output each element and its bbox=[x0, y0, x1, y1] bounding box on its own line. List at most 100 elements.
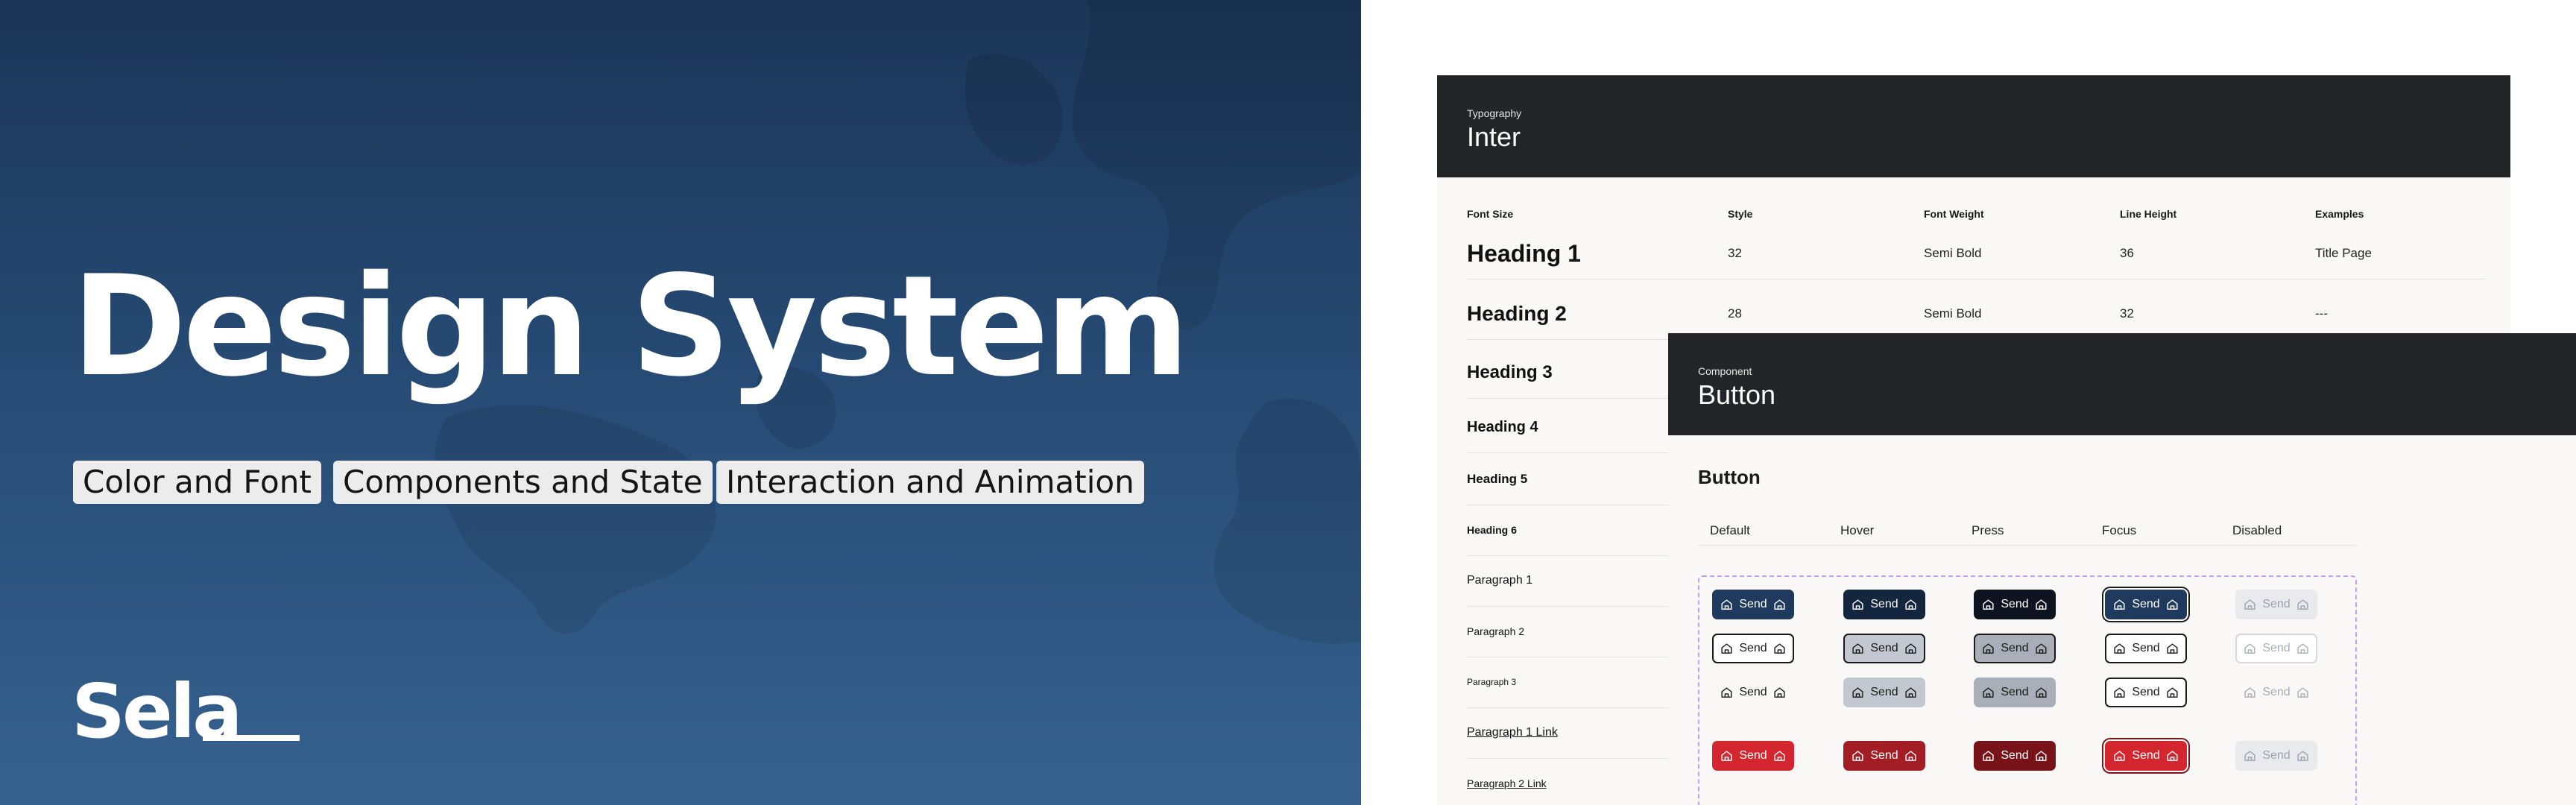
type-line-height-value: 36 bbox=[2120, 246, 2134, 260]
send-button-label: Send bbox=[1739, 642, 1767, 654]
send-button-primary-hover[interactable]: Send bbox=[1843, 590, 1925, 619]
send-button-danger-press[interactable]: Send bbox=[1974, 741, 2056, 771]
send-button-label: Send bbox=[2262, 686, 2291, 698]
home-icon bbox=[1774, 599, 1785, 610]
send-button-label: Send bbox=[2132, 598, 2160, 610]
type-row-heading-1: Heading 1 32 Semi Bold 36 Title Page bbox=[1467, 228, 2485, 280]
send-button-label: Send bbox=[1870, 749, 1898, 762]
home-icon bbox=[1774, 686, 1785, 698]
send-button-label: Send bbox=[1739, 598, 1767, 610]
type-style-value: 28 bbox=[1728, 306, 1742, 321]
send-button-ghost-hover[interactable]: Send bbox=[1843, 678, 1925, 707]
home-icon bbox=[2244, 599, 2255, 610]
type-example-value: --- bbox=[2315, 306, 2328, 321]
type-sample: Heading 1 bbox=[1467, 239, 1581, 267]
send-button-secondary-press[interactable]: Send bbox=[1974, 634, 2056, 663]
type-sample: Paragraph 1 bbox=[1467, 574, 1533, 587]
home-icon bbox=[1983, 599, 1994, 610]
home-icon bbox=[1852, 643, 1863, 654]
send-button-label: Send bbox=[1739, 686, 1767, 698]
home-icon bbox=[2244, 643, 2255, 654]
column-header-line-height: Line Height bbox=[2120, 208, 2177, 220]
send-button-label: Send bbox=[1870, 642, 1898, 654]
home-icon bbox=[2167, 599, 2178, 610]
send-button-label: Send bbox=[2262, 642, 2291, 654]
state-label-focus: Focus bbox=[2102, 523, 2137, 537]
hero-title: Design System bbox=[72, 245, 1190, 407]
home-icon bbox=[2244, 686, 2255, 698]
send-button-label: Send bbox=[2001, 598, 2029, 610]
type-weight-value: Semi Bold bbox=[1924, 246, 1982, 260]
send-button-danger-focus[interactable]: Send bbox=[2105, 741, 2187, 771]
type-sample: Heading 6 bbox=[1467, 524, 1517, 536]
send-button-danger-disabled[interactable]: Send bbox=[2235, 741, 2317, 771]
home-icon bbox=[2297, 643, 2308, 654]
send-button-secondary-default[interactable]: Send bbox=[1712, 634, 1794, 663]
send-button-ghost-focus[interactable]: Send bbox=[2105, 678, 2187, 707]
home-icon bbox=[1721, 643, 1732, 654]
chip-components-and-state: Components and State bbox=[333, 461, 713, 504]
hero-banner: Design System Color and Font Components … bbox=[0, 0, 1361, 805]
send-button-label: Send bbox=[2001, 642, 2029, 654]
state-header-divider bbox=[1698, 545, 2358, 546]
home-icon bbox=[1905, 643, 1916, 654]
home-icon bbox=[1774, 643, 1785, 654]
typography-kicker: Typography bbox=[1467, 107, 1522, 119]
home-icon bbox=[2036, 750, 2047, 761]
column-header-font-weight: Font Weight bbox=[1924, 208, 1984, 220]
type-sample-link[interactable]: Paragraph 1 Link bbox=[1467, 707, 1558, 758]
type-sample: Heading 3 bbox=[1467, 362, 1553, 382]
send-button-secondary-focus[interactable]: Send bbox=[2105, 634, 2187, 663]
send-button-danger-default[interactable]: Send bbox=[1712, 741, 1794, 771]
type-sample-link[interactable]: Paragraph 2 Link bbox=[1467, 758, 1547, 805]
home-icon bbox=[1905, 686, 1916, 698]
type-style-value: 32 bbox=[1728, 246, 1742, 260]
home-icon bbox=[2297, 599, 2308, 610]
home-icon bbox=[1905, 750, 1916, 761]
home-icon bbox=[2114, 686, 2125, 698]
home-icon bbox=[1774, 750, 1785, 761]
home-icon bbox=[1721, 599, 1732, 610]
home-icon bbox=[2114, 750, 2125, 761]
home-icon bbox=[2036, 643, 2047, 654]
home-icon bbox=[2114, 643, 2125, 654]
type-weight-value: Semi Bold bbox=[1924, 306, 1982, 321]
type-sample: Heading 4 bbox=[1467, 418, 1538, 435]
send-button-label: Send bbox=[1870, 686, 1898, 698]
send-button-ghost-press[interactable]: Send bbox=[1974, 678, 2056, 707]
send-button-primary-disabled[interactable]: Send bbox=[2235, 590, 2317, 619]
send-button-primary-press[interactable]: Send bbox=[1974, 590, 2056, 619]
send-button-primary-default[interactable]: Send bbox=[1712, 590, 1794, 619]
home-icon bbox=[1721, 686, 1732, 698]
send-button-label: Send bbox=[2132, 749, 2160, 762]
home-icon bbox=[2167, 750, 2178, 761]
send-button-label: Send bbox=[2001, 686, 2029, 698]
send-button-danger-hover[interactable]: Send bbox=[1843, 741, 1925, 771]
button-card-kicker: Component bbox=[1698, 365, 1752, 377]
home-icon bbox=[1721, 750, 1732, 761]
button-card-title: Button bbox=[1698, 379, 1776, 410]
type-line-height-value: 32 bbox=[2120, 306, 2134, 321]
send-button-ghost-disabled[interactable]: Send bbox=[2235, 678, 2317, 707]
column-header-style: Style bbox=[1728, 208, 1753, 220]
column-header-font-size: Font Size bbox=[1467, 208, 1514, 220]
type-sample: Heading 5 bbox=[1467, 472, 1528, 486]
button-component-card: Component Button Button Default Hover Pr… bbox=[1668, 333, 2576, 805]
send-button-label: Send bbox=[2132, 642, 2160, 654]
home-icon bbox=[2114, 599, 2125, 610]
send-button-secondary-disabled[interactable]: Send bbox=[2235, 634, 2317, 663]
button-section-title: Button bbox=[1698, 466, 1761, 488]
state-label-hover: Hover bbox=[1840, 523, 1875, 537]
home-icon bbox=[2244, 750, 2255, 761]
send-button-ghost-default[interactable]: Send bbox=[1712, 678, 1794, 707]
type-sample: Heading 2 bbox=[1467, 302, 1567, 325]
column-header-examples: Examples bbox=[2315, 208, 2364, 220]
typography-title: Inter bbox=[1467, 121, 1521, 152]
send-button-secondary-hover[interactable]: Send bbox=[1843, 634, 1925, 663]
type-example-value: Title Page bbox=[2315, 246, 2372, 260]
send-button-primary-focus[interactable]: Send bbox=[2105, 590, 2187, 619]
home-icon bbox=[2167, 643, 2178, 654]
chip-interaction-and-animation: Interaction and Animation bbox=[716, 461, 1144, 504]
state-label-disabled: Disabled bbox=[2232, 523, 2282, 537]
home-icon bbox=[2036, 599, 2047, 610]
